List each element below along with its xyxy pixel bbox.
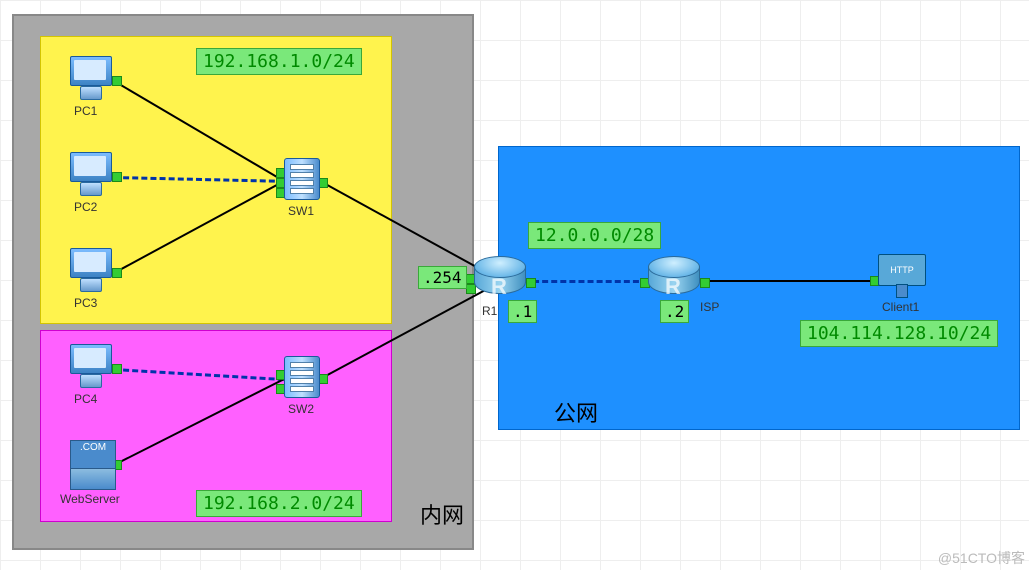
r1-icon[interactable]: R [474,256,524,304]
sw1-label: SW1 [288,204,314,218]
subnet-lan2-label: 192.168.2.0/24 [196,490,362,517]
client1-icon[interactable]: HTTP [878,254,924,298]
pc3-icon[interactable] [70,248,114,294]
watermark: @51CTO博客 [938,548,1025,568]
client-screen-text: HTTP [878,254,926,286]
zone-internet [498,146,1020,430]
link-r1-isp [524,280,648,283]
subnet-lan1-label: 192.168.1.0/24 [196,48,362,75]
r1-inside-addr: .254 [418,266,467,289]
port-icon [700,278,710,288]
isp-label: ISP [700,300,719,314]
pc4-icon[interactable] [70,344,114,390]
pc3-label: PC3 [74,296,97,310]
webserver-icon[interactable]: .COM [70,440,114,490]
pc1-label: PC1 [74,104,97,118]
pc2-icon[interactable] [70,152,114,198]
r1-outside-addr: .1 [508,300,537,323]
isp-icon[interactable]: R [648,256,698,304]
pc1-icon[interactable] [70,56,114,102]
webserver-label: WebServer [60,492,120,506]
sw2-icon[interactable] [284,356,324,402]
intranet-area-label: 内网 [420,498,464,530]
r1-label: R1 [482,304,497,318]
internet-area-label: 公网 [554,396,598,428]
link-isp-client [698,280,878,282]
pc4-label: PC4 [74,392,97,406]
client1-label: Client1 [882,300,919,314]
port-icon [526,278,536,288]
subnet-wan-label: 12.0.0.0/28 [528,222,661,249]
sw2-label: SW2 [288,402,314,416]
isp-addr: .2 [660,300,689,323]
sw1-icon[interactable] [284,158,324,204]
webserver-face: .COM [70,440,116,470]
client-ip-label: 104.114.128.10/24 [800,320,998,347]
pc2-label: PC2 [74,200,97,214]
